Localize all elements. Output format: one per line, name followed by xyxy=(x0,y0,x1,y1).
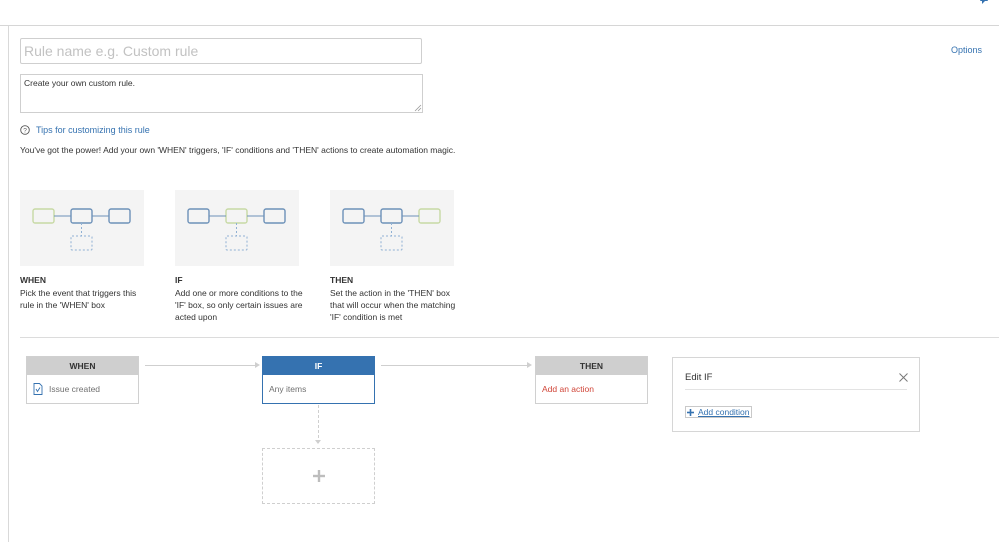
if-then-arrow xyxy=(527,362,532,368)
feedback-icon[interactable] xyxy=(979,0,989,5)
then-box-body: Add an action xyxy=(536,375,647,403)
edit-if-panel: Edit IF Add condition xyxy=(672,357,920,432)
then-box-header: THEN xyxy=(536,357,647,375)
when-trigger-label: Issue created xyxy=(49,384,101,394)
intro-text: You've got the power! Add your own 'WHEN… xyxy=(20,145,456,155)
when-box-header: WHEN xyxy=(27,357,138,375)
if-card-title: IF xyxy=(175,275,183,285)
when-diagram xyxy=(20,190,144,266)
plus-icon xyxy=(312,470,325,482)
if-box-header: IF xyxy=(263,357,374,375)
section-divider xyxy=(20,337,999,338)
when-box-body: Issue created xyxy=(27,375,138,403)
if-box-body: Any items xyxy=(263,375,374,403)
then-box[interactable]: THEN Add an action xyxy=(535,356,648,404)
panel-divider xyxy=(685,389,907,390)
when-if-connector xyxy=(145,365,255,366)
add-branch-box[interactable] xyxy=(262,448,375,504)
help-circle-icon: ? xyxy=(20,125,30,135)
tips-row: ? Tips for customizing this rule xyxy=(20,125,150,135)
then-card-desc: Set the action in the 'THEN' box that wi… xyxy=(330,288,456,322)
rule-name-input[interactable] xyxy=(20,38,422,64)
edit-panel-title: Edit IF xyxy=(685,372,713,383)
when-box[interactable]: WHEN Issue created xyxy=(26,356,139,404)
top-bar xyxy=(0,0,999,26)
left-divider xyxy=(8,26,9,542)
if-card-desc: Add one or more conditions to the 'IF' b… xyxy=(175,288,303,322)
add-condition-label: Add condition xyxy=(698,407,750,417)
issue-document-icon xyxy=(33,383,43,395)
if-branch-arrow xyxy=(315,440,321,444)
then-diagram xyxy=(330,190,454,266)
then-action-label[interactable]: Add an action xyxy=(542,375,594,403)
if-condition-label: Any items xyxy=(269,384,307,394)
when-card-title: WHEN xyxy=(20,275,46,285)
if-branch-connector xyxy=(318,405,319,443)
when-if-arrow xyxy=(255,362,260,368)
plus-icon xyxy=(687,408,694,416)
if-box[interactable]: IF Any items xyxy=(262,356,375,404)
when-card-desc: Pick the event that triggers this rule i… xyxy=(20,288,137,310)
close-icon[interactable] xyxy=(899,373,908,382)
if-then-connector xyxy=(381,365,527,366)
resize-grip-icon[interactable] xyxy=(414,104,422,112)
then-card-title: THEN xyxy=(330,275,354,285)
svg-text:?: ? xyxy=(23,128,27,135)
add-condition-button[interactable]: Add condition xyxy=(685,406,752,418)
rule-description-textarea[interactable]: Create your own custom rule. xyxy=(20,74,423,113)
tips-link[interactable]: Tips for customizing this rule xyxy=(36,125,150,135)
options-link[interactable]: Options xyxy=(951,45,982,55)
if-diagram xyxy=(175,190,299,266)
